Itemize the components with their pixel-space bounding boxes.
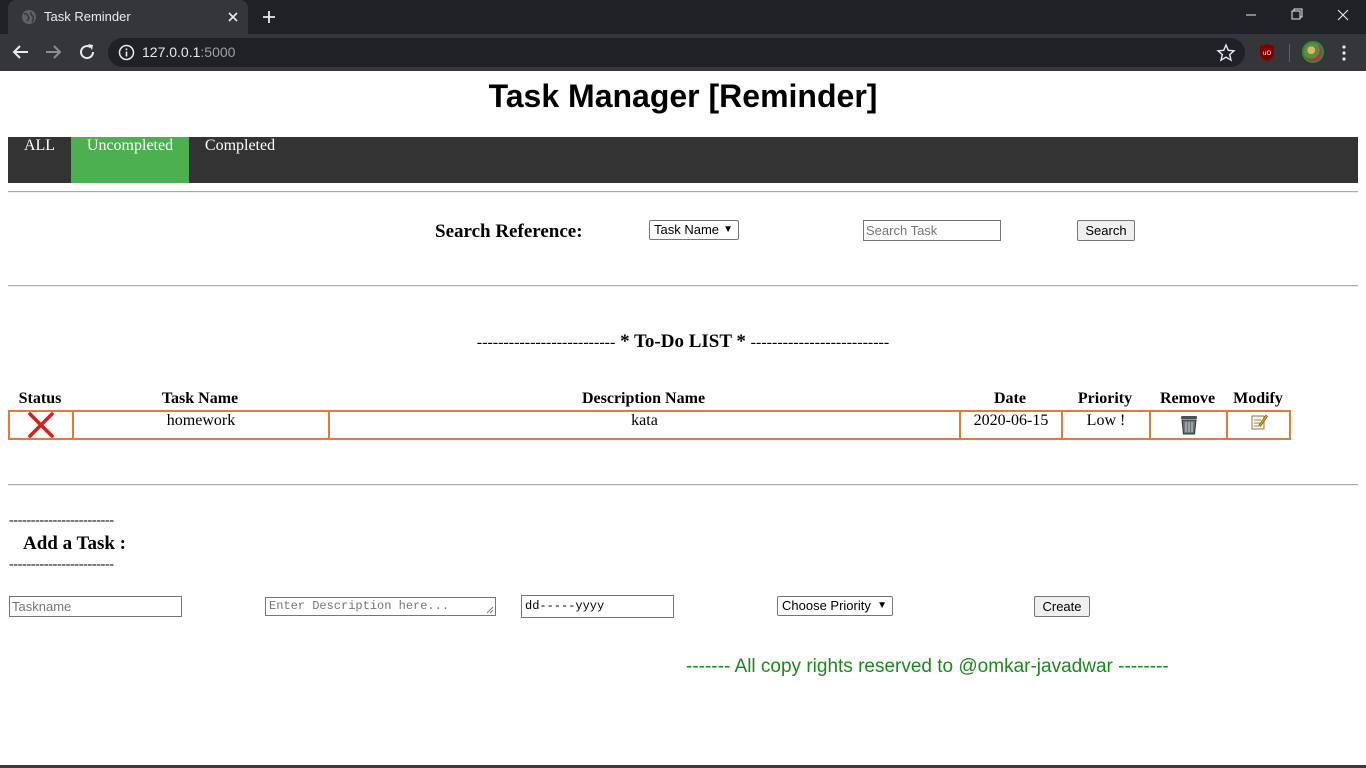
column-header-description: Description Name <box>581 390 706 407</box>
taskname-input[interactable]: Taskname <box>9 596 182 617</box>
column-header-priority: Priority <box>1077 390 1133 407</box>
search-input[interactable]: Search Task <box>863 220 1001 241</box>
close-tab-icon[interactable] <box>224 8 242 26</box>
search-reference-select[interactable]: Task Name ▼ <box>649 220 739 240</box>
todo-list-heading: -------------------------- * To-Do LIST … <box>0 331 1366 353</box>
edit-memo-icon[interactable] <box>1250 413 1268 431</box>
bookmark-star-icon[interactable] <box>1216 43 1236 63</box>
back-arrow-icon[interactable] <box>9 40 33 64</box>
search-reference-label: Search Reference: <box>435 221 583 242</box>
url-port: :5000 <box>200 44 236 60</box>
priority-select[interactable]: Choose Priority ▼ <box>777 596 893 616</box>
browser-tab[interactable]: Task Reminder <box>8 0 248 34</box>
svg-text:uO: uO <box>1263 50 1272 57</box>
dropdown-caret-icon: ▼ <box>877 600 887 611</box>
browser-tab-strip: Task Reminder <box>0 0 1366 34</box>
column-header-date: Date <box>994 390 1026 407</box>
nav-uncompleted[interactable]: Uncompleted <box>71 137 189 183</box>
priority-cell: Low ! <box>1063 412 1151 438</box>
site-info-icon[interactable] <box>118 44 135 61</box>
divider <box>8 484 1358 486</box>
url-text: 127.0.0.1:5000 <box>142 44 235 60</box>
reload-icon[interactable] <box>75 40 99 64</box>
nav-completed[interactable]: Completed <box>189 137 291 183</box>
divider <box>8 285 1358 287</box>
search-button[interactable]: Search <box>1077 220 1135 241</box>
add-task-title: Add a Task : <box>23 533 126 554</box>
search-reference-value: Task Name <box>654 222 720 237</box>
trash-icon[interactable] <box>1179 414 1199 436</box>
dropdown-caret-icon: ▼ <box>723 224 733 235</box>
browser-toolbar: 127.0.0.1:5000 uO <box>0 34 1366 71</box>
address-bar[interactable]: 127.0.0.1:5000 <box>108 38 1245 67</box>
modify-cell[interactable] <box>1228 412 1289 438</box>
minimize-window-icon[interactable] <box>1228 0 1274 30</box>
profile-avatar[interactable] <box>1302 41 1324 63</box>
copyright-footer: ------- All copy rights reserved to @omk… <box>686 656 1169 677</box>
priority-select-value: Choose Priority <box>782 598 871 613</box>
heading-dashes-left: -------------------------- <box>476 334 616 351</box>
red-x-icon[interactable] <box>28 412 54 438</box>
divider <box>8 191 1358 193</box>
resize-grip-icon[interactable] <box>486 606 494 614</box>
task-name-cell: homework <box>74 412 330 438</box>
status-cell[interactable] <box>10 412 74 438</box>
column-header-task-name: Task Name <box>161 390 239 407</box>
forward-arrow-icon[interactable] <box>41 40 65 64</box>
close-window-icon[interactable] <box>1320 0 1366 30</box>
column-header-modify: Modify <box>1233 390 1283 407</box>
page-content: Task Manager [Reminder] ALL Uncompleted … <box>0 71 1366 768</box>
description-placeholder: Enter Description here... <box>269 599 450 613</box>
url-host: 127.0.0.1 <box>142 44 201 60</box>
new-tab-icon[interactable] <box>259 7 279 27</box>
remove-cell[interactable] <box>1151 412 1228 438</box>
toolbar-separator <box>1289 44 1290 62</box>
description-cell: kata <box>330 412 961 438</box>
tab-title: Task Reminder <box>44 9 131 24</box>
page-title: Task Manager [Reminder] <box>488 78 878 114</box>
create-button[interactable]: Create <box>1034 596 1090 617</box>
description-textarea[interactable]: Enter Description here... <box>265 597 496 616</box>
restore-window-icon[interactable] <box>1274 0 1320 30</box>
table-row: homework kata 2020-06-15 Low ! <box>8 410 1291 440</box>
date-input[interactable]: dd-----yyyy <box>521 595 674 618</box>
ublock-extension-icon[interactable]: uO <box>1258 43 1276 62</box>
add-task-dashes-bottom: ------------------------ <box>9 557 114 572</box>
column-header-remove: Remove <box>1159 390 1216 407</box>
heading-dashes-right: -------------------------- <box>750 334 890 351</box>
filter-navbar: ALL Uncompleted Completed <box>8 137 1358 183</box>
add-task-dashes-top: ------------------------ <box>9 513 114 528</box>
globe-icon <box>22 10 36 24</box>
column-header-status: Status <box>18 390 62 407</box>
todo-list-title: * To-Do LIST * <box>620 331 746 352</box>
nav-all[interactable]: ALL <box>8 137 71 183</box>
date-cell: 2020-06-15 <box>961 412 1063 438</box>
kebab-menu-icon[interactable] <box>1336 43 1352 63</box>
